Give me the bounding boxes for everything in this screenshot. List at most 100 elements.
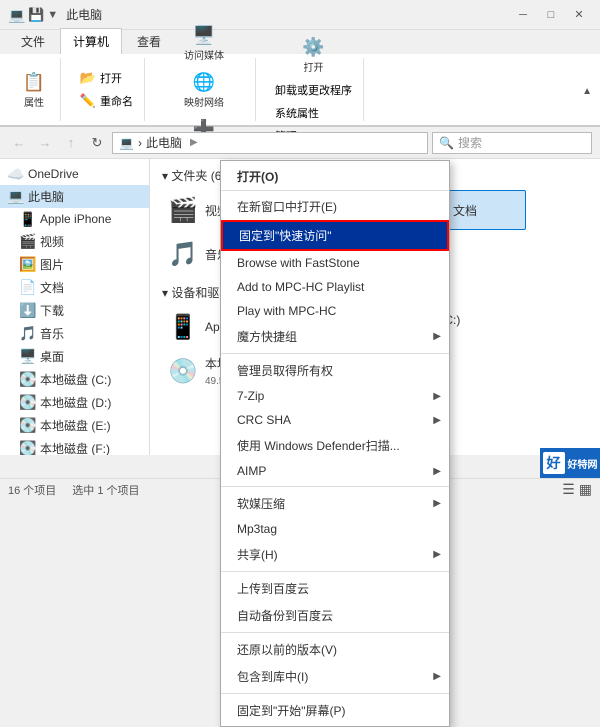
properties-icon: 📋 [22,70,46,94]
ribbon-group-manage: ⚙️ 打开 卸载或更改程序 系统属性 管理 [264,58,364,121]
ctx-item-mpc-play[interactable]: Play with MPC-HC [221,299,449,323]
ctx-item-take-ownership[interactable]: 管理员取得所有权 [221,357,449,384]
ctx-label-pin-start: 固定到"开始"屏幕(P) [237,702,346,719]
map-network-icon: 🌐 [192,70,216,94]
tab-computer[interactable]: 计算机 [60,28,122,54]
watermark: 好 好特网 [540,448,600,478]
close-button[interactable]: ✕ [566,5,592,25]
sidebar-item-drive-e[interactable]: 💽 本地磁盘 (E:) [0,414,149,437]
access-media-label: 访问媒体 [184,47,224,62]
forward-button[interactable]: → [34,132,56,154]
ribbon-small-buttons: 📂 打开 ✏️ 重命名 [75,67,138,112]
rename-button[interactable]: ✏️ 重命名 [75,90,138,112]
sidebar-item-desktop[interactable]: 🖥️ 桌面 [0,345,149,368]
ctx-arrow-share: ▶ [433,549,441,560]
address-current: 此电脑 [146,134,182,151]
ctx-item-magic-group[interactable]: 魔方快捷组 ▶ [221,323,449,350]
ctx-item-faststone[interactable]: Browse with FastStone [221,251,449,275]
ctx-item-pin-quick[interactable]: 固定到"快速访问" [221,220,449,251]
system-props-button[interactable]: 系统属性 [270,102,357,124]
ctx-arrow-magic: ▶ [433,331,441,342]
open-button[interactable]: 📂 打开 [75,67,138,89]
view-grid-icon[interactable]: ▦ [579,481,592,498]
downloads-icon: ⬇️ [20,303,36,319]
ctx-header[interactable]: 打开(O) [221,163,449,191]
map-network-label: 映射网络 [184,94,224,109]
view-list-icon[interactable]: ☰ [562,481,575,498]
refresh-button[interactable]: ↻ [86,132,108,154]
search-box[interactable]: 🔍 搜索 [432,132,592,154]
ctx-arrow-7zip: ▶ [433,391,441,402]
title-text: 此电脑 [66,6,102,23]
ctx-arrow-crc: ▶ [433,415,441,426]
ctx-item-defender[interactable]: 使用 Windows Defender扫描... [221,432,449,459]
sidebar-item-drive-f[interactable]: 💽 本地磁盘 (F:) [0,437,149,455]
ctx-item-new-window[interactable]: 在新窗口中打开(E) [221,193,449,220]
settings-button[interactable]: ⚙️ 打开 [294,32,334,77]
address-arrow: ▶ [190,137,198,148]
sidebar-item-apple-iphone[interactable]: 📱 Apple iPhone [0,208,149,230]
ctx-label-baidu-upload: 上传到百度云 [237,580,309,597]
rename-icon: ✏️ [80,93,96,109]
status-count: 16 个项目 [8,482,56,498]
ctx-item-compress[interactable]: 软媒压缩 ▶ [221,490,449,517]
address-box[interactable]: 💻 › 此电脑 ▶ [112,132,428,154]
up-button[interactable]: ↑ [60,132,82,154]
sidebar-item-videos[interactable]: 🎬 视频 [0,230,149,253]
ctx-item-crc[interactable]: CRC SHA ▶ [221,408,449,432]
maximize-button[interactable]: □ [538,5,564,25]
ctx-item-mpc-playlist[interactable]: Add to MPC-HC Playlist [221,275,449,299]
ctx-item-7zip[interactable]: 7-Zip ▶ [221,384,449,408]
ctx-item-baidu-backup[interactable]: 自动备份到百度云 [221,602,449,629]
rename-label: 重命名 [100,93,133,109]
ctx-label-baidu-backup: 自动备份到百度云 [237,607,333,624]
tab-file[interactable]: 文件 [8,28,58,54]
sidebar-item-downloads[interactable]: ⬇️ 下载 [0,299,149,322]
sidebar-item-music[interactable]: 🎵 音乐 [0,322,149,345]
sidebar-label-drive-c: 本地磁盘 (C:) [40,371,111,388]
ctx-item-pin-start[interactable]: 固定到"开始"屏幕(P) [221,697,449,724]
minimize-button[interactable]: ─ [510,5,536,25]
drive-d-icon: 💽 [20,395,36,411]
status-selected: 选中 1 个项目 [72,482,139,498]
ctx-label-defender: 使用 Windows Defender扫描... [237,437,400,454]
address-icon: 💻 [119,136,134,150]
ctx-label-aimp: AIMP [237,464,266,478]
documents-folder-name: 文档 [453,202,477,219]
properties-label: 属性 [24,94,44,109]
sidebar-item-drive-c[interactable]: 💽 本地磁盘 (C:) [0,368,149,391]
ctx-label-mpc-playlist: Add to MPC-HC Playlist [237,280,364,294]
ctx-label-pin-quick: 固定到"快速访问" [239,227,332,244]
desktop-icon: 🖥️ [20,349,36,365]
sidebar-item-pictures[interactable]: 🖼️ 图片 [0,253,149,276]
ribbon-collapse[interactable]: ▲ [582,82,592,97]
sidebar-label-downloads: 下载 [40,302,64,319]
sidebar-item-documents[interactable]: 📄 文档 [0,276,149,299]
back-button[interactable]: ← [8,132,30,154]
uninstall-button[interactable]: 卸载或更改程序 [270,79,357,101]
ctx-item-restore[interactable]: 还原以前的版本(V) [221,636,449,663]
sidebar-label-apple-iphone: Apple iPhone [40,212,111,226]
ctx-item-include-library[interactable]: 包含到库中(I) ▶ [221,663,449,690]
ribbon-group-network: 🖥️ 访问媒体 🌐 映射网络 ➕ 添加一个网络位置 [153,58,256,121]
sidebar-item-drive-d[interactable]: 💽 本地磁盘 (D:) [0,391,149,414]
ctx-label-take-ownership: 管理员取得所有权 [237,362,333,379]
ctx-separator-5 [221,693,449,694]
ctx-item-baidu-upload[interactable]: 上传到百度云 [221,575,449,602]
sidebar-item-onedrive[interactable]: ☁️ OneDrive [0,163,149,185]
access-media-button[interactable]: 🖥️ 访问媒体 [179,20,229,65]
ctx-label-share: 共享(H) [237,546,278,563]
ctx-item-share[interactable]: 共享(H) ▶ [221,541,449,568]
sidebar-item-thispc[interactable]: 💻 此电脑 [0,185,149,208]
title-bar-controls: ─ □ ✕ [510,5,592,25]
map-network-button[interactable]: 🌐 映射网络 [179,67,229,112]
properties-button[interactable]: 📋 属性 [14,67,54,112]
sidebar: ☁️ OneDrive 💻 此电脑 📱 Apple iPhone 🎬 视频 🖼️… [0,159,150,455]
ctx-label-include-library: 包含到库中(I) [237,668,308,685]
ctx-item-mp3tag[interactable]: Mp3tag [221,517,449,541]
tab-view[interactable]: 查看 [124,28,174,54]
ctx-label-restore: 还原以前的版本(V) [237,641,337,658]
ctx-item-aimp[interactable]: AIMP ▶ [221,459,449,483]
system-props-label: 系统属性 [275,105,319,121]
uninstall-label: 卸载或更改程序 [275,82,352,98]
